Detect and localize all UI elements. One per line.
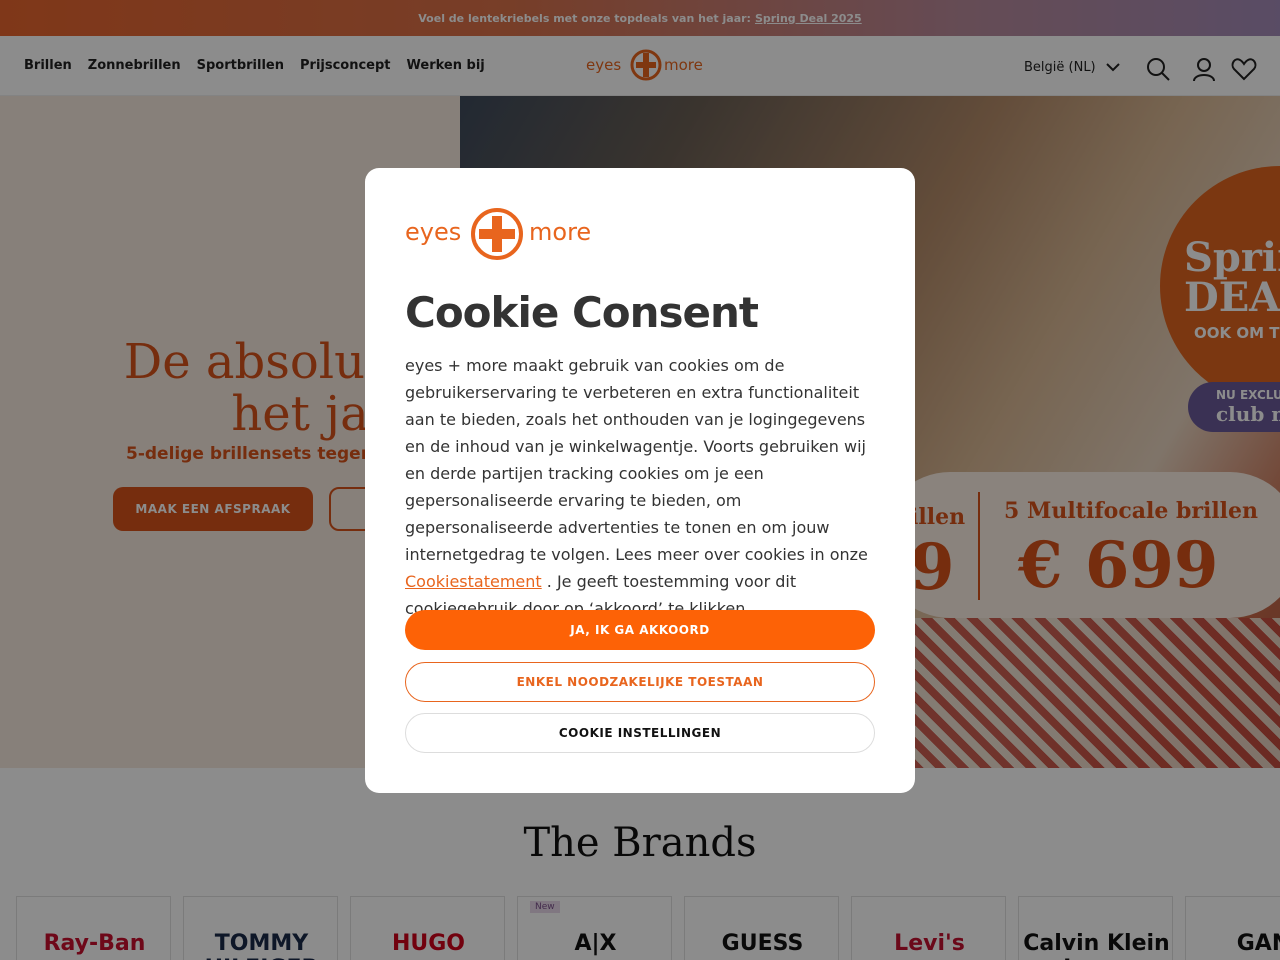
modal-logo-right: more [529, 218, 591, 246]
necessary-only-button[interactable]: ENKEL NOODZAKELIJKE TOESTAAN [405, 662, 875, 702]
modal-logo-left: eyes [405, 218, 461, 246]
cookie-modal-title: Cookie Consent [405, 288, 759, 337]
cookie-text-before: eyes + more maakt gebruik van cookies om… [405, 356, 868, 564]
accept-cookies-button[interactable]: JA, IK GA AKKOORD [405, 610, 875, 650]
cookie-consent-modal: eyes more Cookie Consent eyes + more maa… [365, 168, 915, 793]
cookie-statement-link[interactable]: Cookiestatement [405, 572, 542, 591]
cookie-settings-button[interactable]: COOKIE INSTELLINGEN [405, 713, 875, 753]
cookie-modal-text: eyes + more maakt gebruik van cookies om… [405, 352, 881, 622]
cookie-modal-logo: eyes more [405, 208, 591, 260]
